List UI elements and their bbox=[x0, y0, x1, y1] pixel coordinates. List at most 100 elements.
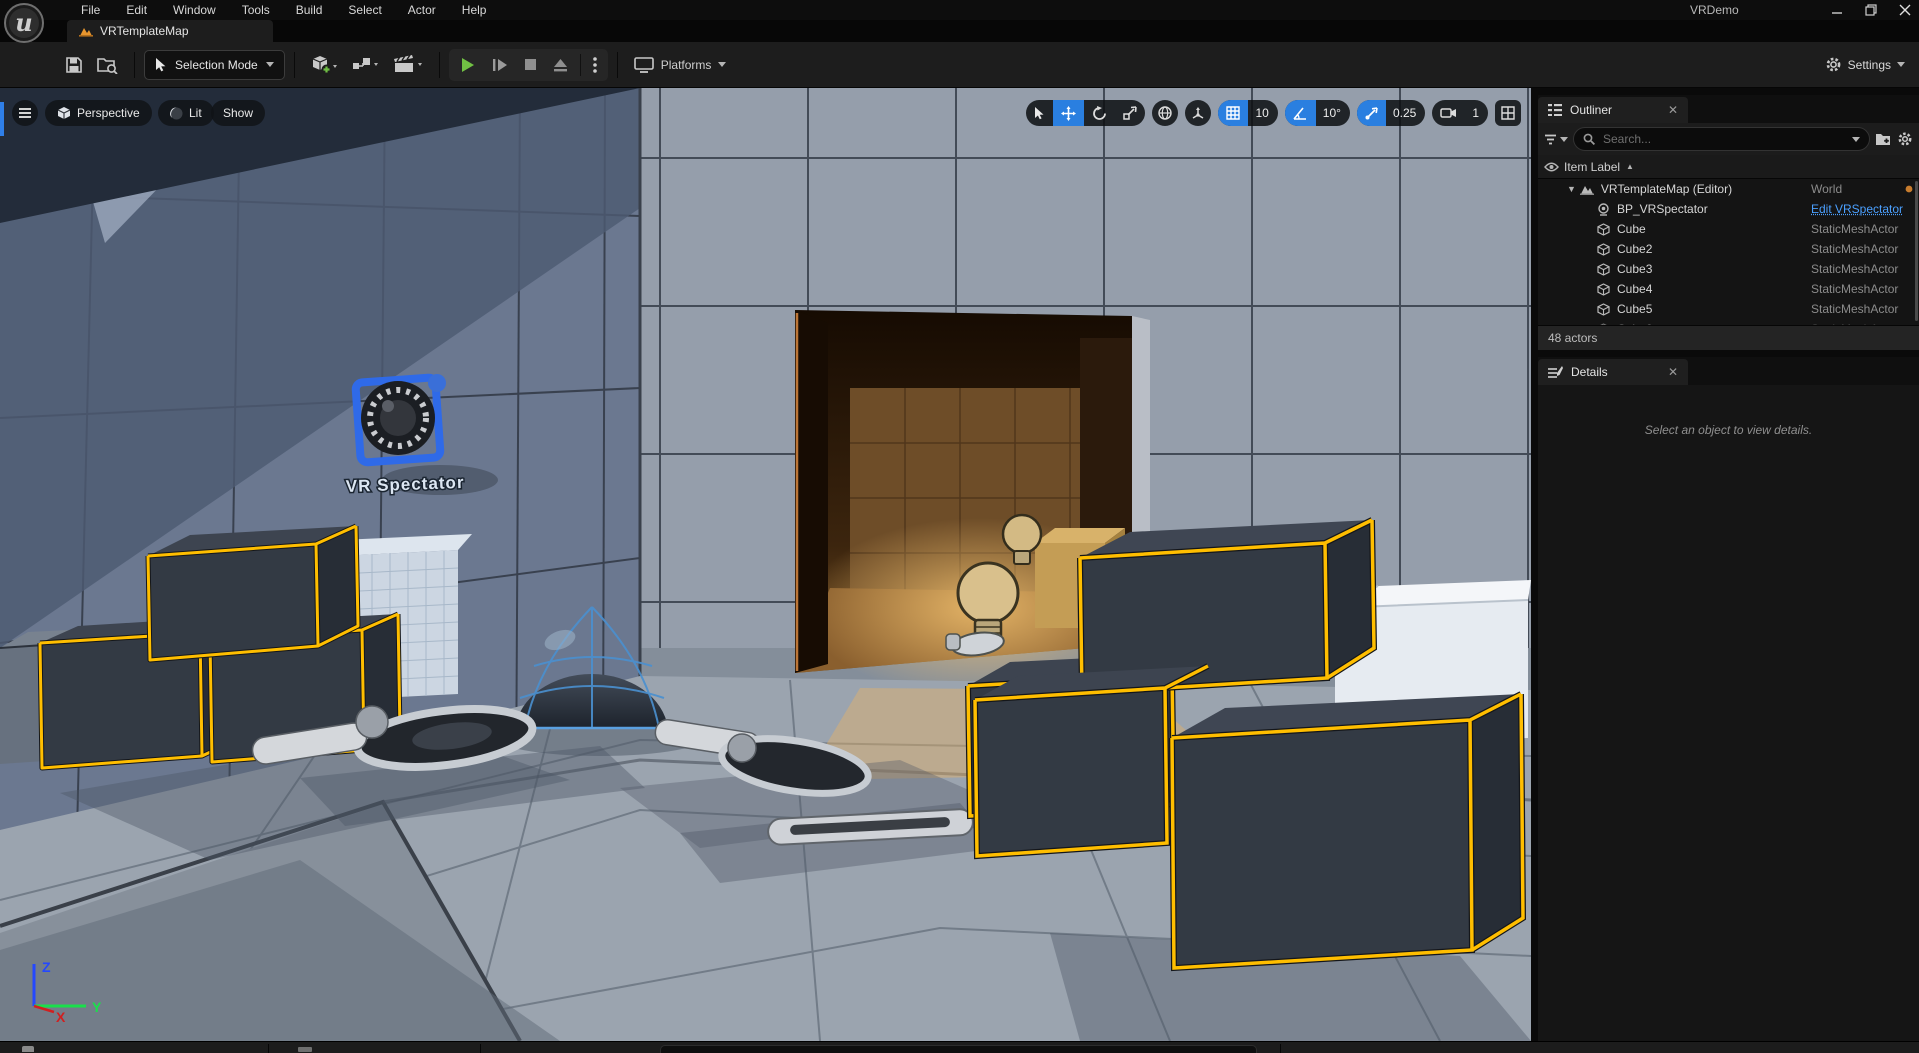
scale-snap-toggle[interactable] bbox=[1357, 100, 1386, 126]
tree-row-bp-vrspectator[interactable]: BP_VRSpectator Edit VRSpectator bbox=[1538, 199, 1919, 219]
menu-actor[interactable]: Actor bbox=[395, 1, 449, 19]
rotation-snap-value[interactable]: 10° bbox=[1316, 106, 1350, 120]
select-tool-button[interactable] bbox=[1026, 100, 1053, 126]
static-mesh-icon bbox=[1597, 243, 1610, 256]
menu-tools[interactable]: Tools bbox=[229, 1, 283, 19]
static-mesh-icon bbox=[1597, 223, 1610, 236]
outliner-tree: ▼ VRTemplateMap (Editor) World bbox=[1538, 179, 1919, 325]
save-button[interactable] bbox=[58, 49, 90, 81]
play-button[interactable] bbox=[453, 49, 483, 81]
frame-skip-button[interactable] bbox=[485, 49, 515, 81]
search-icon bbox=[1583, 133, 1595, 145]
scale-tool-button[interactable] bbox=[1115, 100, 1145, 126]
outliner-header: Item Label ▲ Type bbox=[1538, 155, 1919, 179]
eject-icon bbox=[553, 58, 568, 72]
tree-row-vrtemplatemap[interactable]: ▼ VRTemplateMap (Editor) World bbox=[1538, 179, 1919, 199]
close-button[interactable] bbox=[1899, 4, 1911, 16]
perspective-dropdown[interactable]: Perspective bbox=[45, 100, 152, 126]
menu-build[interactable]: Build bbox=[283, 1, 336, 19]
camera-speed-value[interactable]: 1 bbox=[1465, 106, 1488, 120]
camera-speed-button[interactable] bbox=[1432, 100, 1465, 126]
viewport-options-button[interactable] bbox=[12, 100, 38, 126]
play-options-button[interactable] bbox=[586, 49, 604, 81]
grid-snap-value[interactable]: 10 bbox=[1248, 106, 1277, 120]
axis-x-label: X bbox=[56, 1009, 66, 1025]
tab-details[interactable]: Details ✕ bbox=[1538, 359, 1688, 385]
close-icon[interactable]: ✕ bbox=[1668, 365, 1678, 379]
spectator-actor-icon bbox=[1597, 203, 1610, 216]
tab-vrtemplatemap[interactable]: VRTemplateMap bbox=[67, 20, 273, 42]
add-cube-icon bbox=[311, 54, 337, 76]
details-tab-label: Details bbox=[1571, 365, 1608, 379]
output-log-icon[interactable] bbox=[298, 1047, 312, 1052]
cinematics-button[interactable] bbox=[386, 49, 430, 81]
viewport-layout-button[interactable] bbox=[1495, 100, 1521, 126]
browse-content-button[interactable] bbox=[90, 49, 125, 81]
viewport-scene[interactable]: VR Spectator Z Y X bbox=[0, 88, 1531, 1041]
tree-row-cube[interactable]: Cube StaticMeshActor bbox=[1538, 219, 1919, 239]
menu-help[interactable]: Help bbox=[449, 1, 500, 19]
tree-row-cube6-partial[interactable]: Cube6 StaticMeshActor bbox=[1538, 319, 1919, 325]
surface-snapping-button[interactable] bbox=[1185, 100, 1211, 126]
menu-window[interactable]: Window bbox=[160, 1, 229, 19]
cube-actor[interactable] bbox=[1080, 520, 1374, 693]
outliner-panel: Outliner ✕ bbox=[1538, 95, 1919, 350]
play-icon bbox=[460, 57, 476, 73]
move-tool-button[interactable] bbox=[1053, 100, 1084, 126]
close-icon[interactable]: ✕ bbox=[1668, 103, 1678, 117]
axis-y-label: Y bbox=[92, 999, 102, 1015]
edit-vrspectator-link[interactable]: Edit VRSpectator bbox=[1811, 202, 1907, 216]
blueprints-button[interactable] bbox=[344, 49, 386, 81]
visibility-column-header[interactable] bbox=[1538, 162, 1564, 172]
settings-dropdown[interactable]: Settings bbox=[1825, 56, 1905, 73]
cube-actor[interactable] bbox=[148, 526, 358, 660]
tab-outliner[interactable]: Outliner ✕ bbox=[1538, 97, 1688, 123]
tree-row-cube3[interactable]: Cube3 StaticMeshActor bbox=[1538, 259, 1919, 279]
rotate-tool-button[interactable] bbox=[1084, 100, 1115, 126]
platforms-dropdown[interactable]: Platforms bbox=[627, 49, 734, 81]
selection-mode-dropdown[interactable]: Selection Mode bbox=[144, 50, 285, 80]
static-mesh-icon bbox=[1597, 283, 1610, 296]
eject-button[interactable] bbox=[546, 49, 575, 81]
content-drawer-icon[interactable] bbox=[22, 1046, 34, 1052]
save-icon bbox=[65, 56, 83, 74]
menu-edit[interactable]: Edit bbox=[113, 1, 160, 19]
row-label: VRTemplateMap (Editor) bbox=[1601, 182, 1732, 196]
menu-select[interactable]: Select bbox=[335, 1, 394, 19]
console-input[interactable] bbox=[660, 1045, 1257, 1053]
create-folder-button[interactable] bbox=[1875, 132, 1892, 146]
expander-icon[interactable]: ▼ bbox=[1567, 184, 1576, 194]
actor-count: 48 actors bbox=[1548, 331, 1597, 345]
menu-file[interactable]: File bbox=[68, 1, 113, 19]
grid-snap-toggle[interactable] bbox=[1218, 100, 1248, 126]
stop-button[interactable] bbox=[517, 49, 544, 81]
search-input[interactable] bbox=[1601, 131, 1846, 147]
outliner-settings-button[interactable] bbox=[1897, 131, 1913, 147]
gear-icon bbox=[1825, 56, 1842, 73]
minimize-button[interactable] bbox=[1832, 5, 1843, 16]
unreal-editor-window: u File Edit Window Tools Build Select Ac… bbox=[0, 0, 1919, 1053]
restore-button[interactable] bbox=[1865, 4, 1877, 16]
level-viewport[interactable]: VR Spectator Z Y X bbox=[0, 88, 1531, 1041]
outliner-search[interactable] bbox=[1573, 127, 1870, 151]
show-dropdown[interactable]: Show bbox=[211, 100, 265, 126]
details-icon bbox=[1548, 366, 1563, 379]
move-icon bbox=[1061, 106, 1076, 121]
main-area: VR Spectator Z Y X bbox=[0, 88, 1919, 1041]
row-label: Cube4 bbox=[1617, 282, 1652, 296]
angle-icon bbox=[1293, 107, 1308, 120]
rotation-snap-toggle[interactable] bbox=[1285, 100, 1316, 126]
lit-dropdown[interactable]: Lit bbox=[158, 100, 214, 126]
scale-snap-value[interactable]: 0.25 bbox=[1386, 106, 1425, 120]
unreal-logo-icon[interactable]: u bbox=[3, 2, 45, 44]
add-actor-button[interactable] bbox=[304, 49, 344, 81]
tree-row-cube2[interactable]: Cube2 StaticMeshActor bbox=[1538, 239, 1919, 259]
item-label-column-header[interactable]: Item Label bbox=[1564, 160, 1620, 174]
outliner-filter-button[interactable] bbox=[1544, 134, 1568, 145]
cube-actor[interactable] bbox=[1172, 694, 1523, 968]
right-dock: Outliner ✕ bbox=[1538, 88, 1919, 1041]
outliner-scrollbar[interactable] bbox=[1915, 181, 1918, 321]
tree-row-cube4[interactable]: Cube4 StaticMeshActor bbox=[1538, 279, 1919, 299]
world-local-toggle[interactable] bbox=[1152, 100, 1178, 126]
tree-row-cube5[interactable]: Cube5 StaticMeshActor bbox=[1538, 299, 1919, 319]
